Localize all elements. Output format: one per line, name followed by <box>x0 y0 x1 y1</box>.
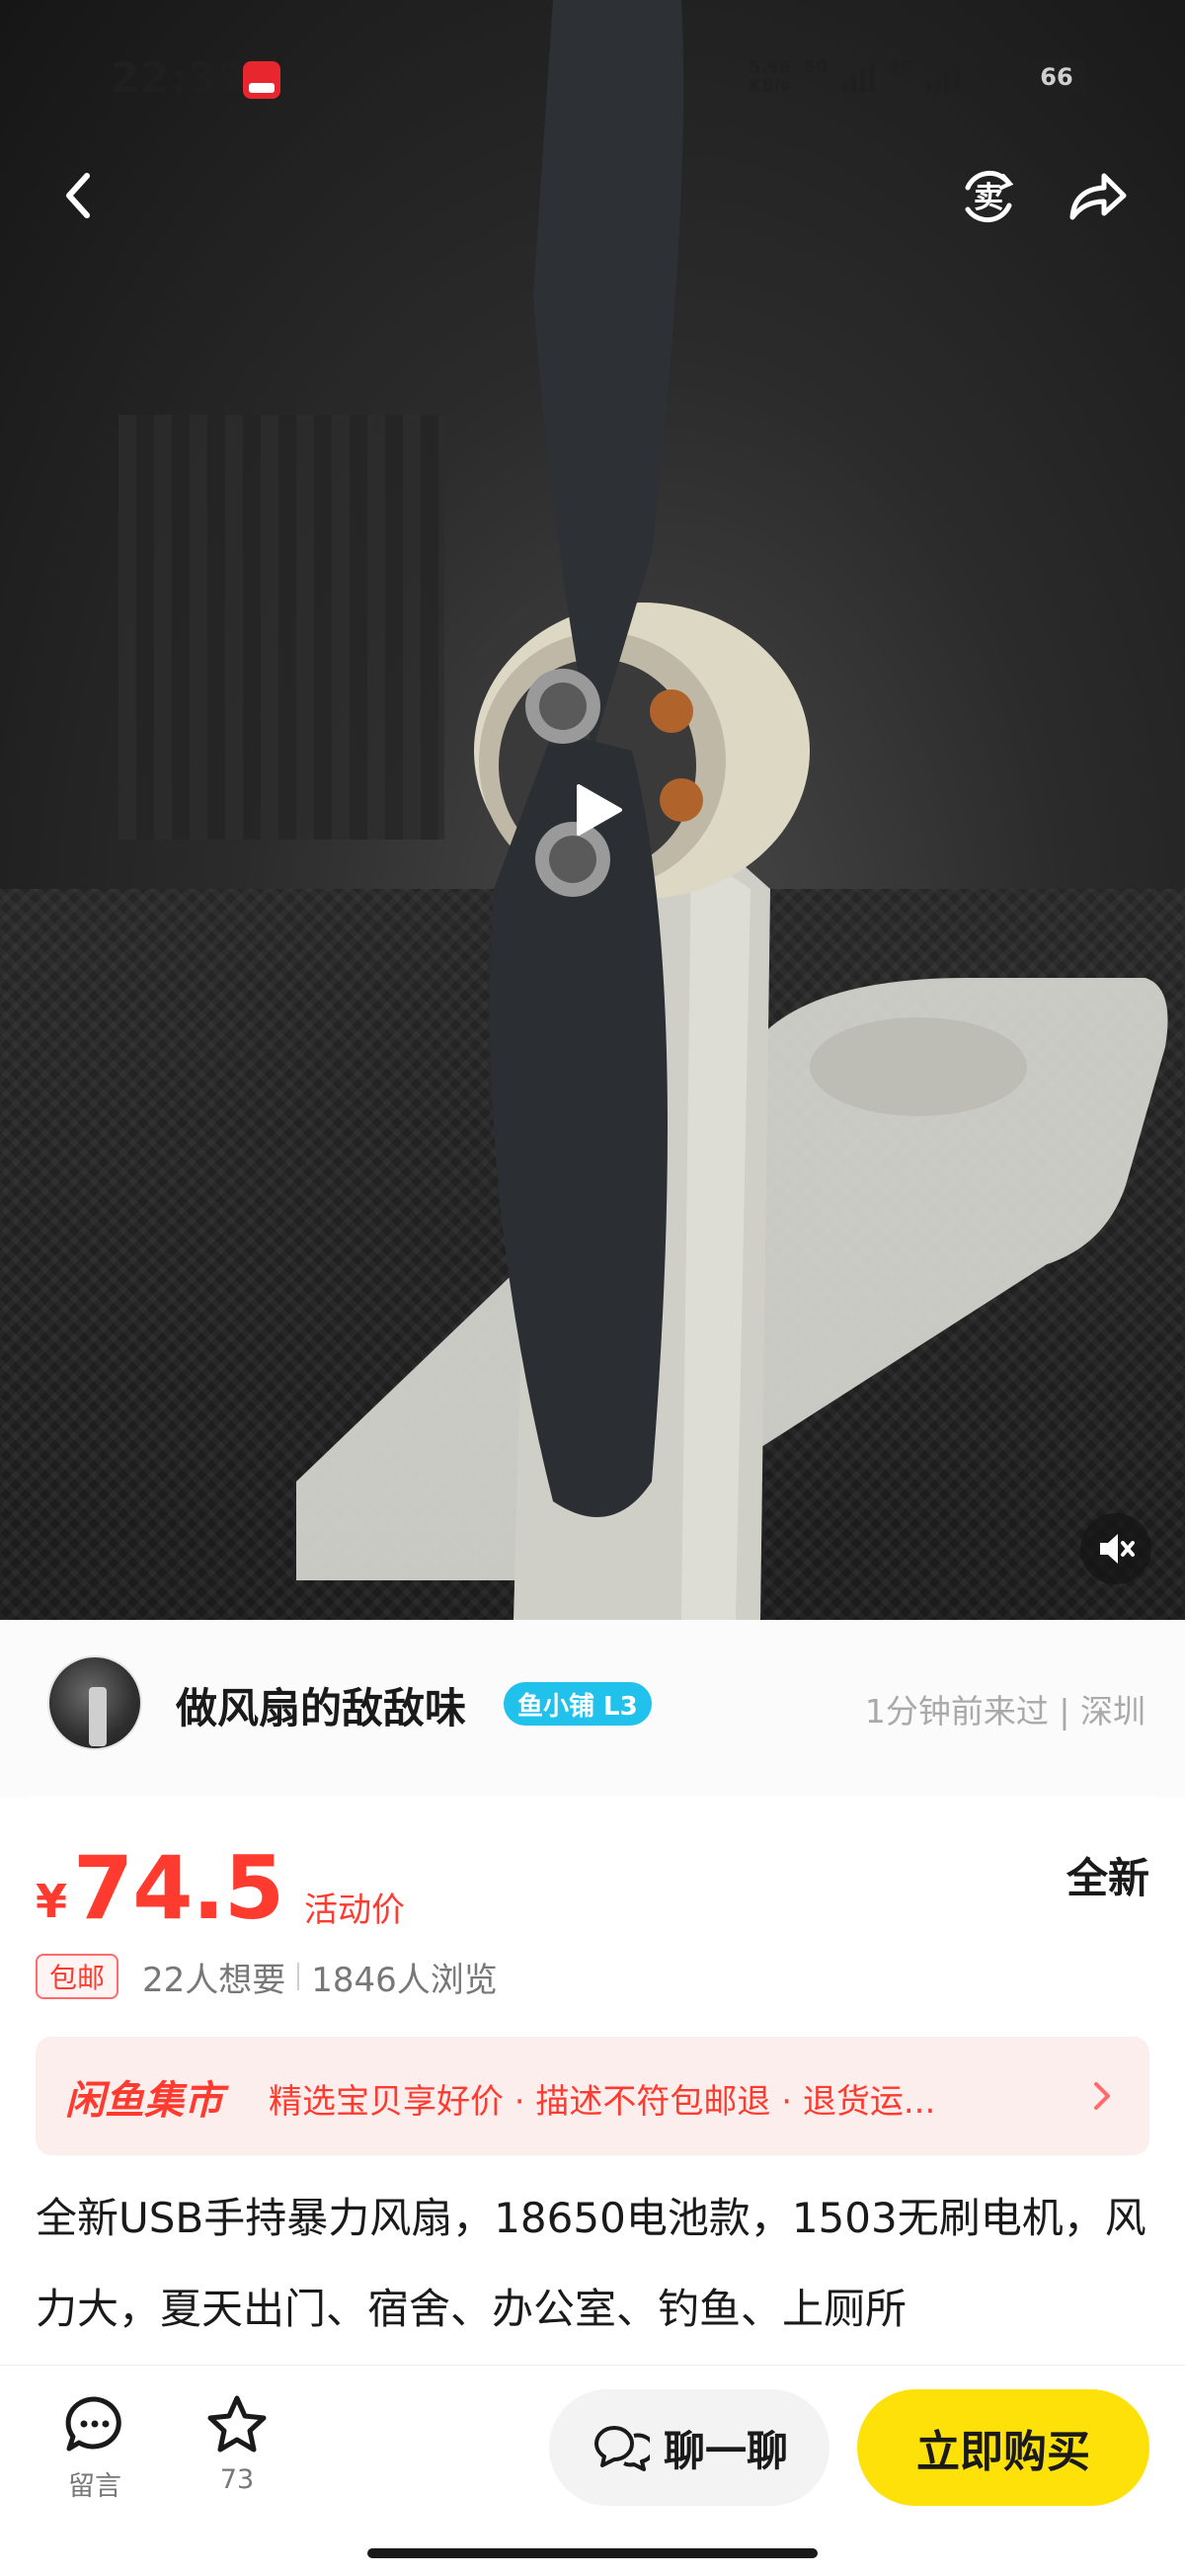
play-icon[interactable] <box>571 780 626 840</box>
share-icon[interactable] <box>1065 166 1130 227</box>
buy-now-button[interactable]: 立即购买 <box>857 2389 1149 2506</box>
views-count: 1846人浏览 <box>311 1960 498 2000</box>
market-brand: 闲鱼集市 <box>65 2078 223 2124</box>
seller-level-badge[interactable]: 鱼小铺 L3 <box>504 1682 652 1726</box>
product-stats: 22人想要 1846人浏览 <box>142 1954 498 2000</box>
chevron-right-icon <box>1094 2082 1110 2110</box>
app-notification-icon <box>243 61 280 99</box>
avatar[interactable] <box>47 1655 142 1750</box>
favorite-count: 73 <box>219 2464 255 2495</box>
sell-icon-label: 卖 <box>974 181 1003 215</box>
mute-icon <box>1100 1534 1135 1564</box>
price-tag: 活动价 <box>304 1891 405 1930</box>
stats-divider <box>297 1963 300 1990</box>
wants-count: 22人想要 <box>142 1960 286 2000</box>
product-video[interactable]: 22:39 5.96 KB/s 5G 5G 66 卖 <box>0 0 1185 1620</box>
net-speed: 5.96 KB/s <box>749 59 790 95</box>
price-currency: ¥ <box>36 1875 68 1928</box>
chat-button[interactable]: 聊一聊 <box>549 2389 830 2506</box>
seller-row[interactable]: 做风扇的敌敌味 鱼小铺 L3 1分钟前来过 | 深圳 <box>0 1620 1185 1798</box>
wifi-icon <box>973 62 1012 91</box>
free-shipping-badge: 包邮 <box>36 1954 119 1999</box>
seller-name[interactable]: 做风扇的敌敌味 <box>176 1675 466 1735</box>
mute-button[interactable] <box>1080 1513 1151 1584</box>
price-value: 74.5 <box>73 1837 284 1939</box>
chat-label: 聊一聊 <box>663 2426 788 2475</box>
market-banner[interactable]: 闲鱼集市 精选宝贝享好价 · 描述不符包邮退 · 退货运... <box>36 2037 1149 2155</box>
comment-tab[interactable]: 留言 <box>45 2393 144 2503</box>
condition-label: 全新 <box>1064 1845 1152 1905</box>
star-icon <box>207 2395 267 2453</box>
chat-icon <box>593 2426 650 2471</box>
network-type-2: 5G <box>888 57 912 76</box>
status-time: 22:39 <box>111 53 248 102</box>
net-speed-value: 5.96 <box>749 58 791 78</box>
sell-button[interactable]: 卖 <box>958 166 1019 227</box>
battery-icon: 66 <box>1026 60 1087 94</box>
comment-icon <box>65 2396 121 2452</box>
comment-label: 留言 <box>68 2471 121 2502</box>
home-indicator[interactable] <box>367 2548 818 2558</box>
favorite-tab[interactable]: 73 <box>188 2393 286 2495</box>
signal-icon-2 <box>926 62 959 92</box>
net-speed-unit: KB/s <box>749 76 791 96</box>
status-indicators: 5.96 KB/s 5G 5G 66 <box>749 57 1087 97</box>
network-type-1: 5G <box>804 57 829 76</box>
status-bar: 22:39 5.96 KB/s 5G 5G 66 <box>0 0 1185 158</box>
signal-icon <box>841 62 875 92</box>
chevron-left-icon[interactable] <box>49 166 109 225</box>
product-description: 全新USB手持暴力风扇，18650电池款，1503无刷电机，风力大，夏天出门、宿… <box>36 2194 1146 2333</box>
seller-last-seen: 1分钟前来过 | 深圳 <box>864 1692 1146 1731</box>
market-benefits: 精选宝贝享好价 · 描述不符包邮退 · 退货运... <box>269 2082 936 2122</box>
sell-icon: 卖 <box>965 170 1014 223</box>
bottom-action-bar: 留言 73 聊一聊 立即购买 <box>0 2365 1185 2576</box>
